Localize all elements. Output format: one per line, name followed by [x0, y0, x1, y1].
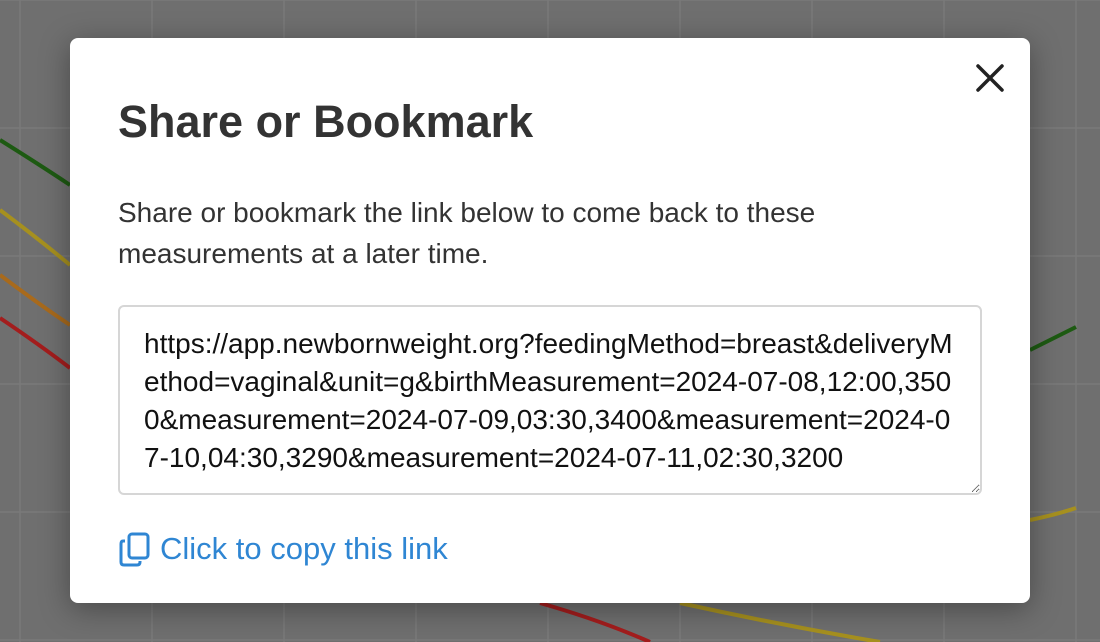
- background-curve-green-right: [1029, 325, 1077, 352]
- background-curve-yellow-right: [1029, 506, 1077, 522]
- background-curve-orange: [0, 273, 72, 327]
- share-modal: Share or Bookmark Share or bookmark the …: [70, 38, 1030, 603]
- share-link-textarea[interactable]: https://app.newbornweight.org?feedingMet…: [118, 305, 982, 495]
- modal-description: Share or bookmark the link below to come…: [118, 197, 816, 269]
- close-button[interactable]: [970, 58, 1010, 98]
- copy-icon: [118, 531, 152, 567]
- background-curve-red: [0, 316, 72, 370]
- background-curve-red-bottom: [539, 601, 651, 642]
- close-icon: [976, 64, 1004, 92]
- background-curve-green: [0, 138, 72, 187]
- background-curve-yellow-bottom: [679, 601, 881, 642]
- copy-link-button[interactable]: Click to copy this link: [118, 529, 448, 569]
- modal-title: Share or Bookmark: [118, 96, 534, 147]
- copy-link-label: Click to copy this link: [160, 531, 448, 566]
